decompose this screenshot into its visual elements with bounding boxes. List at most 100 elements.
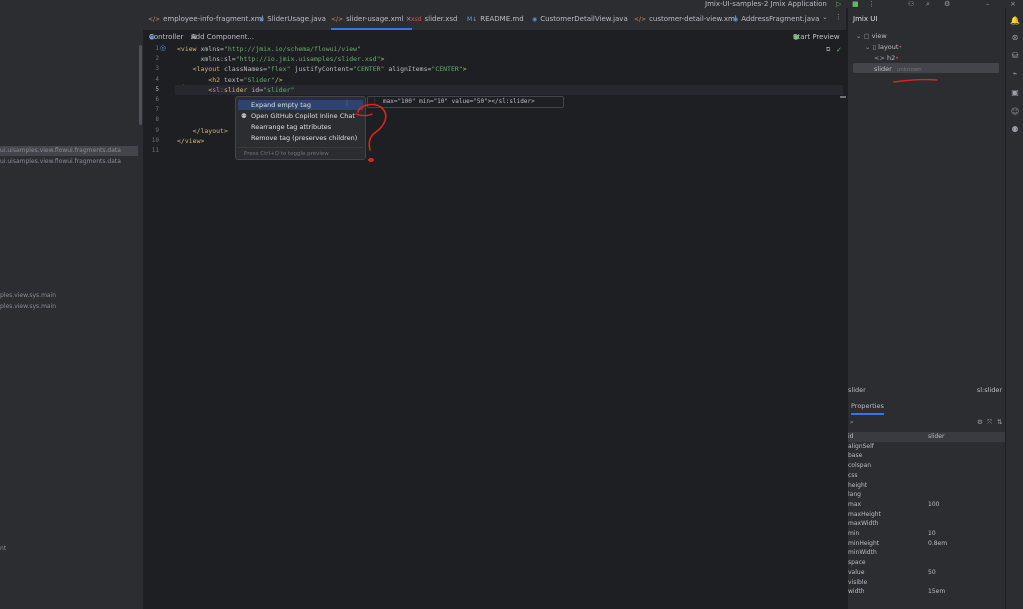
property-row-base[interactable]: base (848, 451, 1006, 461)
tree-node-status: unknown (896, 67, 922, 73)
property-value[interactable]: 10 (928, 529, 936, 539)
line-number: 3 (155, 65, 159, 73)
project-tree-item[interactable]: ui.uisamples.view.flowui.fragments.data (0, 146, 138, 156)
property-row-lang[interactable]: lang (848, 490, 1006, 500)
code-line[interactable]: <view xmlns="http://jmix.io/schema/flowu… (177, 44, 361, 54)
property-name: colspan (848, 462, 872, 470)
property-row-max[interactable]: max 100 (848, 500, 1006, 510)
menu-item-open-github-copilot-inline-chat[interactable]: ⚉ Open GitHub Copilot Inline Chat (238, 111, 363, 121)
tab-label: slider-usage.xml (346, 15, 404, 23)
property-row-css[interactable]: css (848, 471, 1006, 481)
code-line[interactable]: </layout> (177, 126, 228, 136)
xml-file-icon: </> (148, 16, 161, 23)
expand-all-icon[interactable]: ⇅ (997, 418, 1002, 426)
close-icon[interactable]: × (1010, 0, 1016, 8)
property-value[interactable]: 100 (928, 500, 939, 510)
property-value[interactable]: 15em (928, 587, 945, 597)
project-tree-item[interactable]: ples.view.sys.main (0, 302, 138, 312)
tabs-more-icon[interactable]: ⋮ (835, 13, 842, 21)
copilot-icon[interactable]: ☺ (1010, 107, 1020, 116)
gear-icon[interactable]: ⚙ (977, 418, 983, 426)
property-name: maxWidth (848, 520, 879, 528)
project-tree-item[interactable]: nt (0, 544, 138, 554)
add-user-icon[interactable]: ⚇ (908, 0, 914, 8)
code-token: classNames= (223, 65, 268, 74)
tree-node-label: view (871, 32, 887, 40)
ai-assistant-icon[interactable]: ⊛ (1010, 33, 1020, 42)
property-name: space (848, 559, 866, 567)
chevron-down-icon[interactable]: ⌄ (822, 13, 828, 21)
collapse-all-icon[interactable]: ⤧ (987, 418, 992, 427)
property-row-minHeight[interactable]: minHeight 0.8em (848, 539, 1006, 549)
xml-file-icon: </> (331, 16, 344, 23)
settings-icon[interactable]: ⚙ (944, 0, 950, 8)
property-row-colspan[interactable]: colspan (848, 461, 1006, 471)
code-line[interactable]: xmlns:sl="http://io.jmix.uisamples/slide… (177, 54, 384, 64)
property-row-space[interactable]: space (848, 558, 1006, 568)
code-line[interactable]: <h2 text="Slider"/> (177, 75, 283, 85)
tree-node-slider[interactable]: slider unknown (874, 64, 922, 74)
tab-slider-usage-xml[interactable]: </> slider-usage.xml × (331, 8, 412, 30)
property-row-maxWidth[interactable]: maxWidth (848, 519, 1006, 529)
code-line[interactable]: </view> (177, 136, 204, 146)
project-tree-item[interactable]: ples.view.sys.main (0, 291, 138, 301)
controller-gutter-icon[interactable]: ◎ (160, 44, 166, 52)
jmix-ui-icon[interactable]: ▣ (1010, 88, 1020, 97)
code-line[interactable]: <layout classNames="flex" justifyContent… (177, 64, 467, 74)
tab-customerdetailview-java[interactable]: ◉ CustomerDetailView.java (532, 8, 628, 30)
endpoints-icon[interactable]: ⌁ (1010, 69, 1020, 78)
property-value[interactable]: 50 (928, 568, 936, 578)
editor-gutter: 1 2 3 4 5 6 7 8 9 10 11 (143, 43, 173, 609)
menu-item-label: Open GitHub Copilot Inline Chat (251, 112, 355, 120)
menu-item-rearrange-tag-attributes[interactable]: Rearrange tag attributes (238, 122, 363, 132)
tab-customer-detail-view-xml[interactable]: </> customer-detail-view.xml (634, 8, 737, 30)
run-icon[interactable]: ▷ (836, 0, 841, 8)
property-row-minWidth[interactable]: minWidth (848, 548, 1006, 558)
debug-icon[interactable]: ■ (852, 0, 859, 8)
editor-tab-bar: </> employee-info-fragment.xml ◉ SliderUsag… (143, 8, 846, 31)
tree-node-h2[interactable]: <> h2• (874, 53, 899, 63)
property-name: height (848, 481, 868, 489)
property-row-alignSelf[interactable]: alignSelf (848, 442, 1006, 452)
tab-readme-md[interactable]: M↓ README.md (467, 8, 524, 30)
more-icon[interactable]: ⋮ (868, 0, 875, 8)
menu-item-remove-tag-preserves-children[interactable]: Remove tag (preserves children) (238, 133, 363, 143)
tab-slider-xsd[interactable]: xsd slider.xsd (411, 8, 457, 30)
notifications-icon[interactable]: 🔔 (1010, 16, 1020, 25)
property-name: minHeight (848, 539, 880, 547)
xml-file-icon: </> (634, 16, 647, 23)
xsd-file-icon: xsd (411, 16, 422, 23)
property-row-id[interactable]: id slider (848, 432, 1006, 442)
tab-properties[interactable]: Properties (851, 402, 884, 415)
property-row-min[interactable]: min 10 (848, 529, 1006, 539)
code-token: > (380, 55, 385, 64)
code-token: "http://jmix.io/schema/flowui/view" (223, 45, 361, 53)
code-token: /> (274, 75, 283, 84)
run-configuration-selector[interactable]: Jmix-UI-samples-2 Jmix Application (705, 0, 827, 8)
property-row-height[interactable]: height (848, 481, 1006, 491)
project-tree-item[interactable]: ui.uisamples.view.flowui.fragments.data (0, 157, 138, 167)
property-value[interactable]: slider (928, 432, 944, 442)
md-file-icon: M↓ (467, 16, 478, 23)
tab-sliderusage-java[interactable]: ◉ SliderUsage.java (259, 8, 326, 30)
line-number: 11 (151, 147, 159, 154)
preview-toggle-icon[interactable]: ⧉ (826, 46, 830, 54)
project-scrollbar[interactable] (139, 45, 142, 125)
property-row-width[interactable]: width 15em (848, 587, 1006, 597)
property-value[interactable]: 0.8em (928, 539, 947, 549)
code-line[interactable]: <sl:slider id="slider" (177, 85, 294, 95)
tree-node-view[interactable]: ⌄ ▢ view (856, 31, 887, 41)
code-token: "CENTER" (353, 65, 389, 74)
java-file-icon: ◉ (532, 16, 538, 23)
tree-node-label: slider (874, 65, 892, 73)
minimize-icon[interactable]: – (986, 0, 990, 8)
database-icon[interactable]: ⛁ (1010, 51, 1020, 60)
properties-search[interactable]: ⌕ ⚙ ⤧ ⇅ (848, 418, 1006, 428)
property-row-visible[interactable]: visible (848, 578, 1006, 588)
property-row-value[interactable]: value 50 (848, 568, 1006, 578)
tab-addressfragment-java[interactable]: ◉ AddressFragment.java (733, 8, 819, 30)
tree-node-layout[interactable]: ⌄ ▯ layout• (865, 42, 902, 52)
copilot-chat-icon[interactable]: ⚉ (1010, 125, 1020, 134)
property-row-maxHeight[interactable]: maxHeight (848, 510, 1006, 520)
tab-employee-info-fragment-xml[interactable]: </> employee-info-fragment.xml (148, 8, 263, 30)
